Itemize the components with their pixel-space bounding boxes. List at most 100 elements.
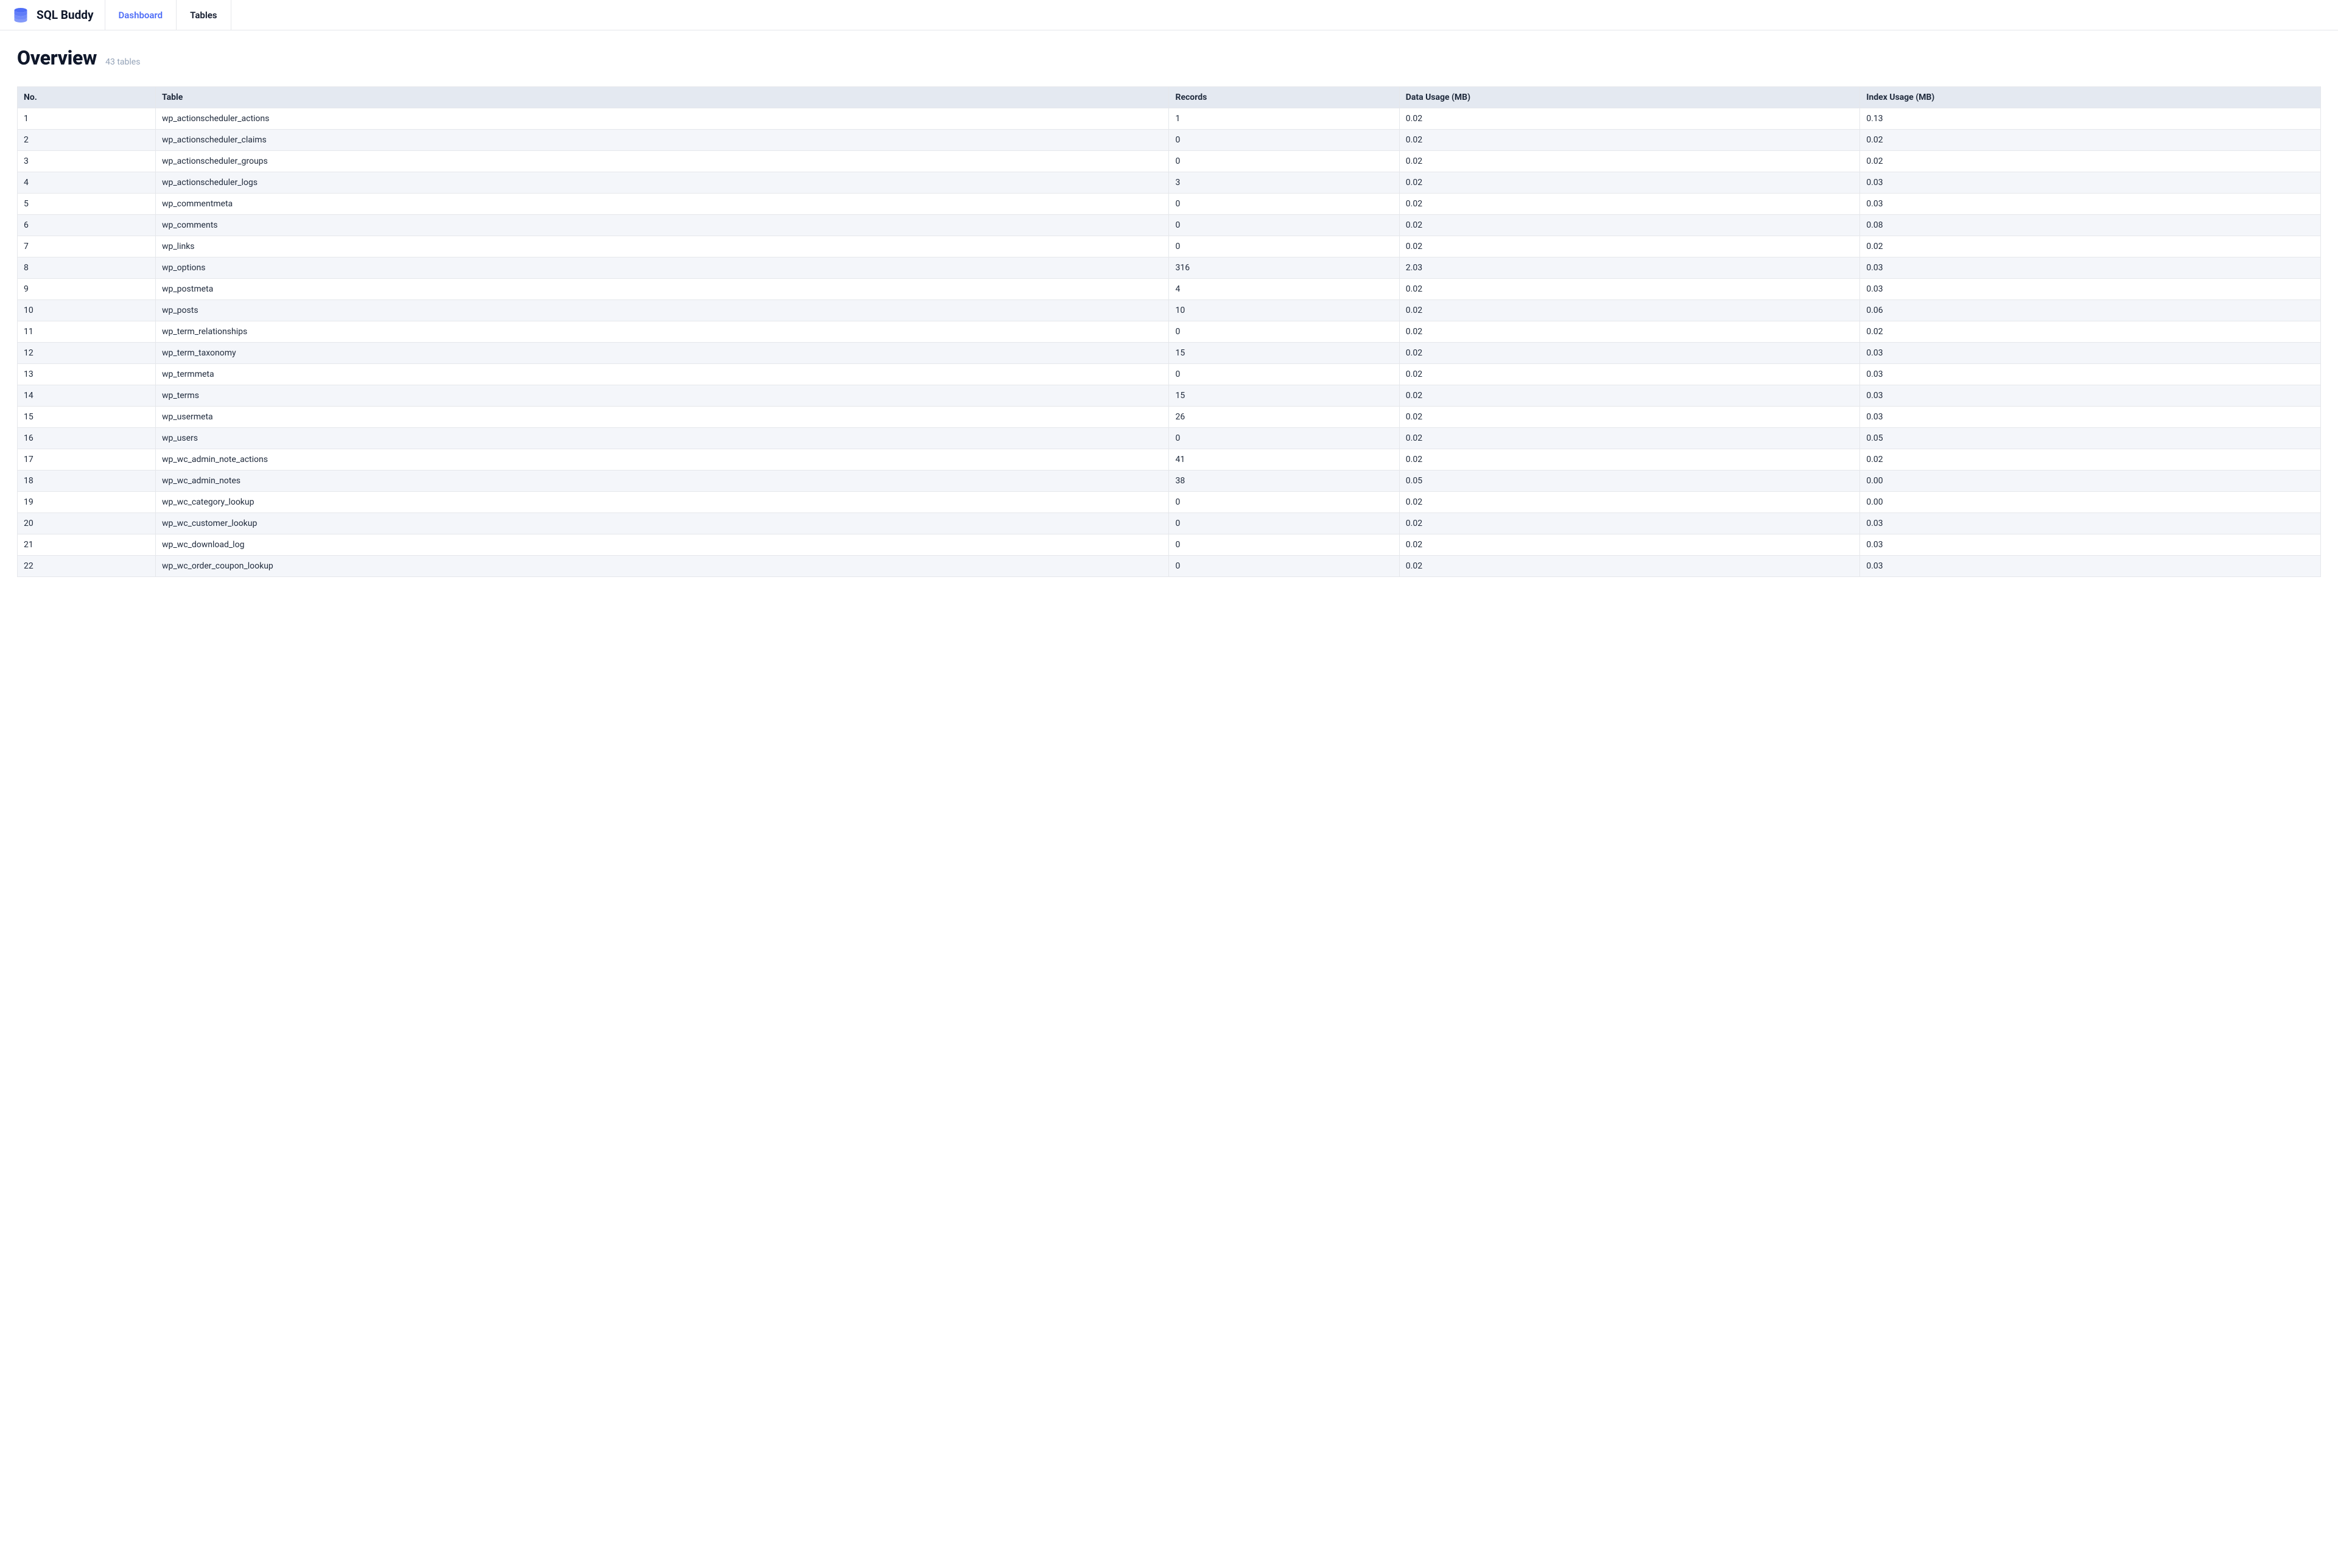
table-row[interactable]: 9wp_postmeta40.020.03 bbox=[18, 279, 2321, 300]
cell-no: 6 bbox=[18, 215, 156, 236]
col-header-table[interactable]: Table bbox=[155, 87, 1169, 108]
cell-records: 41 bbox=[1169, 449, 1399, 471]
cell-no: 2 bbox=[18, 130, 156, 151]
tabs: Dashboard Tables bbox=[105, 0, 231, 30]
table-row[interactable]: 22wp_wc_order_coupon_lookup00.020.03 bbox=[18, 556, 2321, 577]
table-row[interactable]: 7wp_links00.020.02 bbox=[18, 236, 2321, 257]
cell-no: 7 bbox=[18, 236, 156, 257]
cell-data: 0.02 bbox=[1399, 172, 1860, 194]
table-row[interactable]: 17wp_wc_admin_note_actions410.020.02 bbox=[18, 449, 2321, 471]
table-row[interactable]: 3wp_actionscheduler_groups00.020.02 bbox=[18, 151, 2321, 172]
cell-records: 0 bbox=[1169, 194, 1399, 215]
col-header-data[interactable]: Data Usage (MB) bbox=[1399, 87, 1860, 108]
page-header: Overview 43 tables bbox=[17, 46, 2321, 69]
cell-no: 21 bbox=[18, 534, 156, 556]
cell-records: 0 bbox=[1169, 215, 1399, 236]
col-header-index[interactable]: Index Usage (MB) bbox=[1860, 87, 2321, 108]
cell-data: 0.02 bbox=[1399, 300, 1860, 321]
cell-table: wp_actionscheduler_actions bbox=[155, 108, 1169, 130]
cell-no: 19 bbox=[18, 492, 156, 513]
table-row[interactable]: 8wp_options3162.030.03 bbox=[18, 257, 2321, 279]
cell-records: 0 bbox=[1169, 236, 1399, 257]
cell-no: 17 bbox=[18, 449, 156, 471]
table-row[interactable]: 20wp_wc_customer_lookup00.020.03 bbox=[18, 513, 2321, 534]
cell-table: wp_commentmeta bbox=[155, 194, 1169, 215]
cell-index: 0.03 bbox=[1860, 257, 2321, 279]
cell-no: 18 bbox=[18, 471, 156, 492]
cell-data: 0.02 bbox=[1399, 194, 1860, 215]
cell-index: 0.03 bbox=[1860, 172, 2321, 194]
cell-index: 0.03 bbox=[1860, 513, 2321, 534]
cell-table: wp_usermeta bbox=[155, 407, 1169, 428]
tab-label: Tables bbox=[190, 10, 217, 21]
table-row[interactable]: 18wp_wc_admin_notes380.050.00 bbox=[18, 471, 2321, 492]
cell-table: wp_actionscheduler_logs bbox=[155, 172, 1169, 194]
overview-table: No. Table Records Data Usage (MB) Index … bbox=[17, 86, 2321, 577]
brand[interactable]: SQL Buddy bbox=[0, 0, 105, 30]
table-row[interactable]: 12wp_term_taxonomy150.020.03 bbox=[18, 343, 2321, 364]
table-row[interactable]: 5wp_commentmeta00.020.03 bbox=[18, 194, 2321, 215]
page-subtitle: 43 tables bbox=[105, 57, 140, 67]
cell-table: wp_term_taxonomy bbox=[155, 343, 1169, 364]
cell-index: 0.02 bbox=[1860, 236, 2321, 257]
cell-data: 0.05 bbox=[1399, 471, 1860, 492]
cell-records: 0 bbox=[1169, 130, 1399, 151]
table-row[interactable]: 21wp_wc_download_log00.020.03 bbox=[18, 534, 2321, 556]
cell-records: 10 bbox=[1169, 300, 1399, 321]
cell-no: 11 bbox=[18, 321, 156, 343]
table-row[interactable]: 10wp_posts100.020.06 bbox=[18, 300, 2321, 321]
cell-table: wp_wc_order_coupon_lookup bbox=[155, 556, 1169, 577]
table-row[interactable]: 15wp_usermeta260.020.03 bbox=[18, 407, 2321, 428]
cell-records: 0 bbox=[1169, 151, 1399, 172]
topbar: SQL Buddy Dashboard Tables bbox=[0, 0, 2338, 30]
col-header-records[interactable]: Records bbox=[1169, 87, 1399, 108]
table-row[interactable]: 16wp_users00.020.05 bbox=[18, 428, 2321, 449]
cell-records: 0 bbox=[1169, 364, 1399, 385]
cell-table: wp_users bbox=[155, 428, 1169, 449]
cell-data: 0.02 bbox=[1399, 321, 1860, 343]
table-row[interactable]: 4wp_actionscheduler_logs30.020.03 bbox=[18, 172, 2321, 194]
cell-table: wp_wc_admin_note_actions bbox=[155, 449, 1169, 471]
cell-records: 4 bbox=[1169, 279, 1399, 300]
cell-data: 0.02 bbox=[1399, 236, 1860, 257]
cell-data: 0.02 bbox=[1399, 385, 1860, 407]
cell-records: 26 bbox=[1169, 407, 1399, 428]
cell-records: 0 bbox=[1169, 321, 1399, 343]
cell-index: 0.00 bbox=[1860, 471, 2321, 492]
cell-index: 0.03 bbox=[1860, 534, 2321, 556]
cell-no: 22 bbox=[18, 556, 156, 577]
cell-no: 15 bbox=[18, 407, 156, 428]
cell-index: 0.03 bbox=[1860, 364, 2321, 385]
cell-index: 0.06 bbox=[1860, 300, 2321, 321]
cell-records: 0 bbox=[1169, 534, 1399, 556]
cell-records: 3 bbox=[1169, 172, 1399, 194]
table-row[interactable]: 6wp_comments00.020.08 bbox=[18, 215, 2321, 236]
cell-index: 0.03 bbox=[1860, 279, 2321, 300]
col-header-no[interactable]: No. bbox=[18, 87, 156, 108]
cell-data: 0.02 bbox=[1399, 108, 1860, 130]
cell-table: wp_actionscheduler_groups bbox=[155, 151, 1169, 172]
table-row[interactable]: 14wp_terms150.020.03 bbox=[18, 385, 2321, 407]
table-row[interactable]: 1wp_actionscheduler_actions10.020.13 bbox=[18, 108, 2321, 130]
cell-table: wp_wc_admin_notes bbox=[155, 471, 1169, 492]
cell-records: 15 bbox=[1169, 343, 1399, 364]
database-icon bbox=[12, 7, 29, 24]
cell-table: wp_posts bbox=[155, 300, 1169, 321]
tab-dashboard[interactable]: Dashboard bbox=[105, 0, 177, 30]
cell-index: 0.03 bbox=[1860, 343, 2321, 364]
cell-index: 0.02 bbox=[1860, 130, 2321, 151]
tab-tables[interactable]: Tables bbox=[176, 0, 231, 30]
cell-table: wp_wc_download_log bbox=[155, 534, 1169, 556]
cell-records: 38 bbox=[1169, 471, 1399, 492]
cell-index: 0.03 bbox=[1860, 385, 2321, 407]
cell-table: wp_options bbox=[155, 257, 1169, 279]
table-row[interactable]: 2wp_actionscheduler_claims00.020.02 bbox=[18, 130, 2321, 151]
cell-no: 20 bbox=[18, 513, 156, 534]
cell-index: 0.03 bbox=[1860, 407, 2321, 428]
cell-records: 0 bbox=[1169, 492, 1399, 513]
table-header-row: No. Table Records Data Usage (MB) Index … bbox=[18, 87, 2321, 108]
table-row[interactable]: 19wp_wc_category_lookup00.020.00 bbox=[18, 492, 2321, 513]
table-row[interactable]: 11wp_term_relationships00.020.02 bbox=[18, 321, 2321, 343]
cell-data: 0.02 bbox=[1399, 556, 1860, 577]
table-row[interactable]: 13wp_termmeta00.020.03 bbox=[18, 364, 2321, 385]
